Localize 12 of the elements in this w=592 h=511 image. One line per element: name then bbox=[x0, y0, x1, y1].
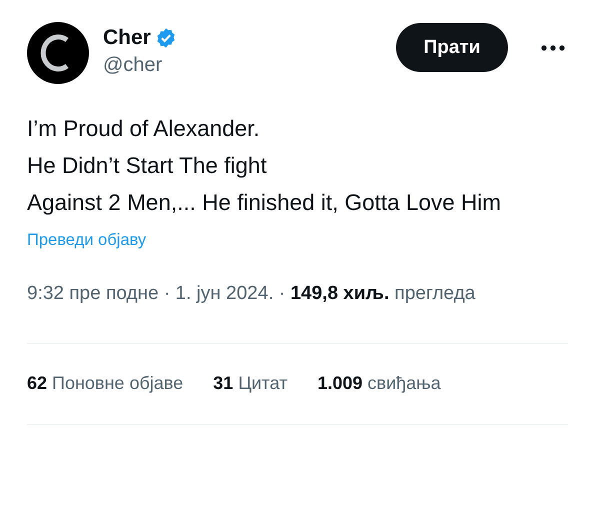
engagement-stat[interactable]: 1.009 свиђања bbox=[317, 373, 441, 394]
avatar bbox=[27, 22, 89, 84]
more-icon[interactable] bbox=[540, 44, 566, 52]
follow-button[interactable]: Прати bbox=[396, 23, 508, 72]
post-text-line: Against 2 Men,... He finished it, Gotta Love Him bbox=[27, 189, 502, 217]
engagement-stat[interactable]: 62 Поновне објаве bbox=[27, 373, 184, 394]
engagement-stat[interactable]: 31 Цитат bbox=[213, 373, 288, 394]
author-name[interactable]: Cher bbox=[103, 26, 151, 50]
post-text-line: I’m Proud of Alexander. bbox=[27, 115, 261, 143]
post-text-line: He Didn’t Start The fight bbox=[27, 152, 268, 180]
author-handle[interactable]: @cher bbox=[103, 54, 382, 77]
post-timestamp: 9:32 пре подне · 1. јун 2024. · 149,8 хиљ. прегледа bbox=[27, 282, 476, 306]
